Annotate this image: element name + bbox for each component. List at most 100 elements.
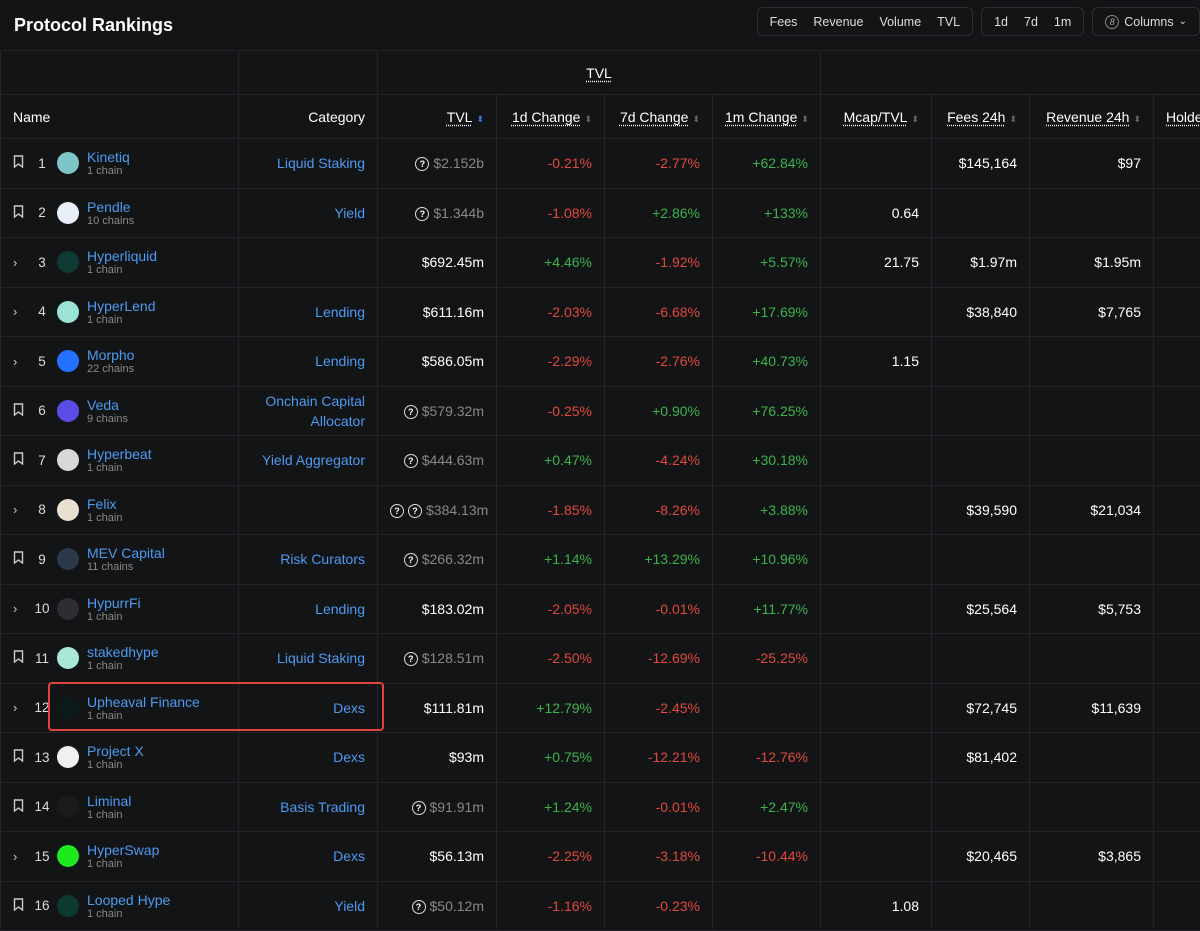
bookmark-icon[interactable] — [13, 898, 27, 914]
category[interactable]: Dexs — [333, 749, 365, 765]
question-icon[interactable]: ? — [415, 157, 429, 171]
protocol-name[interactable]: Veda — [87, 397, 128, 413]
category[interactable]: Yield Aggregator — [262, 452, 365, 468]
revenue-24h — [1030, 782, 1154, 832]
table-row[interactable]: 9 MEV Capital11 chains Risk Curators ?$2… — [1, 535, 1200, 585]
table-row[interactable]: › 3 Hyperliquid1 chain $692.45m +4.46% -… — [1, 238, 1200, 288]
bookmark-icon[interactable] — [13, 749, 27, 765]
column-header-7d-change[interactable]: 7d Change⬍ — [605, 95, 713, 139]
protocol-name[interactable]: Project X — [87, 743, 144, 759]
bookmark-icon[interactable] — [13, 205, 27, 221]
column-header-mcap-tvl[interactable]: Mcap/TVL⬍ — [821, 95, 932, 139]
tab-fees[interactable]: Fees — [762, 15, 806, 29]
table-row[interactable]: 14 Liminal1 chain Basis Trading ?$91.91m… — [1, 782, 1200, 832]
protocol-name[interactable]: Liminal — [87, 793, 131, 809]
bookmark-icon[interactable] — [13, 403, 27, 419]
table-row[interactable]: › 8 Felix1 chain ??$384.13m -1.85% -8.26… — [1, 485, 1200, 535]
question-icon[interactable]: ? — [415, 207, 429, 221]
question-icon[interactable]: ? — [404, 652, 418, 666]
table-row[interactable]: 11 stakedhype1 chain Liquid Staking ?$12… — [1, 634, 1200, 684]
protocol-name[interactable]: Upheaval Finance — [87, 694, 200, 710]
table-row[interactable]: 13 Project X1 chain Dexs $93m +0.75% -12… — [1, 733, 1200, 783]
protocol-name[interactable]: Morpho — [87, 347, 134, 363]
question-icon[interactable]: ? — [408, 504, 422, 518]
protocol-name[interactable]: HyperSwap — [87, 842, 159, 858]
bookmark-icon[interactable] — [13, 551, 27, 567]
bookmark-icon[interactable] — [13, 155, 27, 171]
category[interactable]: Lending — [315, 601, 365, 617]
protocol-name[interactable]: Kinetiq — [87, 149, 130, 165]
question-icon[interactable]: ? — [390, 504, 404, 518]
bookmark-icon[interactable] — [13, 452, 27, 468]
protocol-name[interactable]: stakedhype — [87, 644, 159, 660]
table-row[interactable]: 2 Pendle10 chains Yield ?$1.344b -1.08% … — [1, 188, 1200, 238]
tab-1d[interactable]: 1d — [986, 15, 1016, 29]
columns-button[interactable]: 8Columns⌄ — [1092, 7, 1200, 36]
mcap-tvl: 1.08 — [821, 881, 932, 931]
chevron-right-icon[interactable]: › — [13, 700, 27, 715]
column-header-holders[interactable]: Holders — [1154, 95, 1200, 139]
question-icon[interactable]: ? — [404, 454, 418, 468]
sort-icon[interactable]: ⬍ — [692, 114, 700, 124]
question-icon[interactable]: ? — [404, 405, 418, 419]
protocol-name[interactable]: Pendle — [87, 199, 134, 215]
category[interactable]: Liquid Staking — [277, 650, 365, 666]
protocol-name[interactable]: MEV Capital — [87, 545, 165, 561]
category[interactable]: Yield — [334, 205, 365, 221]
holders — [1154, 535, 1200, 585]
column-header-revenue-24h[interactable]: Revenue 24h⬍ — [1030, 95, 1154, 139]
column-header-category[interactable]: Category — [239, 95, 378, 139]
chevron-right-icon[interactable]: › — [13, 255, 27, 270]
category[interactable]: Dexs — [333, 848, 365, 864]
tab-tvl[interactable]: TVL — [929, 15, 968, 29]
question-icon[interactable]: ? — [412, 900, 426, 914]
category[interactable]: Dexs — [333, 700, 365, 716]
category[interactable]: Liquid Staking — [277, 155, 365, 171]
sort-icon[interactable]: ⬍ — [1133, 114, 1141, 124]
protocol-name[interactable]: HypurrFi — [87, 595, 141, 611]
table-row[interactable]: 16 Looped Hype1 chain Yield ?$50.12m -1.… — [1, 881, 1200, 931]
tab-volume[interactable]: Volume — [871, 15, 929, 29]
sort-icon[interactable]: ⬍ — [1009, 114, 1017, 124]
category[interactable]: Lending — [315, 304, 365, 320]
category[interactable]: Onchain Capital Allocator — [265, 393, 365, 429]
chevron-right-icon[interactable]: › — [13, 849, 27, 864]
protocol-name[interactable]: Hyperbeat — [87, 446, 152, 462]
question-icon[interactable]: ? — [404, 553, 418, 567]
chevron-right-icon[interactable]: › — [13, 601, 27, 616]
bookmark-icon[interactable] — [13, 799, 27, 815]
bookmark-icon[interactable] — [13, 650, 27, 666]
table-row[interactable]: › 10 HypurrFi1 chain Lending $183.02m -2… — [1, 584, 1200, 634]
question-icon[interactable]: ? — [412, 801, 426, 815]
tab-1m[interactable]: 1m — [1046, 15, 1079, 29]
change-1d: -2.05% — [497, 584, 605, 634]
table-row[interactable]: 6 Veda9 chains Onchain Capital Allocator… — [1, 386, 1200, 436]
category[interactable]: Lending — [315, 353, 365, 369]
category[interactable]: Basis Trading — [280, 799, 365, 815]
category[interactable]: Yield — [334, 898, 365, 914]
sort-icon[interactable]: ⬍ — [476, 114, 484, 124]
sort-icon[interactable]: ⬍ — [584, 114, 592, 124]
chevron-right-icon[interactable]: › — [13, 502, 27, 517]
table-row[interactable]: › 5 Morpho22 chains Lending $586.05m -2.… — [1, 337, 1200, 387]
chevron-right-icon[interactable]: › — [13, 354, 27, 369]
protocol-name[interactable]: HyperLend — [87, 298, 156, 314]
table-row[interactable]: › 15 HyperSwap1 chain Dexs $56.13m -2.25… — [1, 832, 1200, 882]
column-header-tvl[interactable]: TVL⬍ — [378, 95, 497, 139]
table-row[interactable]: 1 Kinetiq1 chain Liquid Staking ?$2.152b… — [1, 139, 1200, 189]
category[interactable]: Risk Curators — [280, 551, 365, 567]
chevron-right-icon[interactable]: › — [13, 304, 27, 319]
sort-icon[interactable]: ⬍ — [801, 114, 809, 124]
protocol-name[interactable]: Hyperliquid — [87, 248, 157, 264]
table-row[interactable]: › 4 HyperLend1 chain Lending $611.16m -2… — [1, 287, 1200, 337]
sort-icon[interactable]: ⬍ — [911, 114, 919, 124]
tab-revenue[interactable]: Revenue — [805, 15, 871, 29]
protocol-name[interactable]: Felix — [87, 496, 122, 512]
column-header-1d-change[interactable]: 1d Change⬍ — [497, 95, 605, 139]
table-row[interactable]: › 12 Upheaval Finance1 chain Dexs $111.8… — [1, 683, 1200, 733]
column-header-1m-change[interactable]: 1m Change⬍ — [713, 95, 821, 139]
column-header-fees-24h[interactable]: Fees 24h⬍ — [932, 95, 1030, 139]
table-row[interactable]: 7 Hyperbeat1 chain Yield Aggregator ?$44… — [1, 436, 1200, 486]
tab-7d[interactable]: 7d — [1016, 15, 1046, 29]
column-header-name[interactable]: Name — [1, 95, 239, 139]
